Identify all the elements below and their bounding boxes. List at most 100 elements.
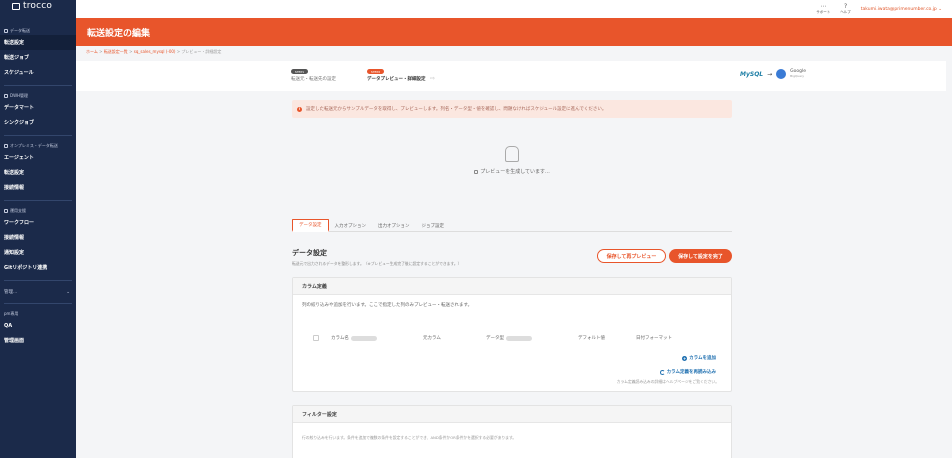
sidebar-item-onprem-connection[interactable]: 接続情報	[0, 180, 76, 195]
breadcrumb-home[interactable]: ホーム	[86, 49, 98, 54]
chevron-down-icon: ⌄	[938, 6, 942, 12]
sidebar-heading: オンプレミス・データ転送	[10, 142, 58, 148]
divider	[4, 200, 72, 201]
check-icon	[4, 143, 8, 148]
plus-icon: +	[682, 355, 688, 361]
step-label: 転送元・転送先の設定	[291, 77, 336, 82]
sidebar-item-qa[interactable]: QA	[0, 318, 76, 333]
card-title: カラム定義	[293, 278, 731, 295]
step-badge: STEP2	[367, 69, 384, 74]
sidebar-item-onprem-transfer[interactable]: 転送設定	[0, 165, 76, 180]
divider	[4, 280, 72, 281]
arrow-right-icon: →	[767, 70, 773, 78]
breadcrumb-current: プレビュー・詳細設定	[181, 49, 222, 54]
sidebar-section-onprem: オンプレミス・データ転送	[0, 141, 76, 150]
divider	[4, 303, 72, 304]
sidebar-item-transfer-settings[interactable]: 転送設定	[0, 35, 76, 50]
step-label: データプレビュー・詳細設定	[367, 77, 426, 82]
reload-icon	[659, 369, 665, 375]
sidebar-heading: データ転送	[10, 27, 30, 33]
grid-icon	[4, 208, 8, 213]
th-default-value: デフォルト値	[578, 335, 636, 341]
section-description: 転送元で出力されるデータを整形します。（※プレビュー生成完了後に設定することがで…	[292, 261, 462, 266]
step-badge: STEP1	[291, 69, 308, 74]
step-2: STEP2 データプレビュー・詳細設定	[367, 69, 426, 82]
sidebar-item-transfer-jobs[interactable]: 転送ジョブ	[0, 50, 76, 65]
sidebar-item-notifications[interactable]: 通知設定	[0, 245, 76, 260]
support-link[interactable]: ⋯ サポート	[816, 3, 831, 15]
page-title: 転送設定の編集	[87, 28, 151, 39]
th-data-type: データ型	[486, 335, 578, 341]
divider	[4, 85, 72, 86]
sidebar-section-ops: 運用支援	[0, 206, 76, 215]
loading-text: プレビューを生成しています...	[474, 168, 550, 175]
bigquery-icon	[776, 69, 787, 79]
app-logo[interactable]: trocco	[0, 0, 76, 12]
support-label: サポート	[816, 9, 831, 14]
preview-loading: プレビューを生成しています...	[292, 140, 732, 188]
help-link[interactable]: ? ヘルプ	[840, 3, 851, 15]
sidebar-section-data-transfer: データ転送	[0, 26, 76, 35]
sidebar-item-datamart[interactable]: データマート	[0, 100, 76, 115]
top-bar: ⋯ サポート ? ヘルプ takumi.iwata@primenumber.co…	[76, 0, 952, 18]
database-icon	[505, 146, 519, 162]
reload-columns-button[interactable]: カラム定義を再読み込み	[659, 369, 716, 375]
divider	[4, 135, 72, 136]
sidebar-manage-toggle[interactable]: 管理... ⌄	[0, 286, 76, 298]
breadcrumb: ホーム > 転送設定一覧 > sq_sales_mysql (-00) > プレ…	[86, 49, 221, 55]
save-and-repreview-button[interactable]: 保存して再プレビュー	[597, 249, 666, 263]
user-email: takumi.iwata@primenumber.co.jp	[860, 6, 937, 12]
th-label: 元カラム	[423, 336, 441, 341]
tab-input-options[interactable]: 入力オプション	[329, 219, 373, 232]
section-title: データ設定	[292, 249, 327, 257]
connector-logos: MySQL → Google BigQuery	[740, 69, 806, 79]
sidebar-item-connections[interactable]: 接続情報	[0, 230, 76, 245]
tab-job-settings[interactable]: ジョブ設定	[416, 219, 451, 232]
settings-tabs: データ設定 入力オプション 出力オプション ジョブ設定	[292, 219, 732, 232]
add-column-label: カラムを追加	[689, 356, 716, 361]
sidebar-item-agent[interactable]: エージェント	[0, 150, 76, 165]
bq-label-bottom: BigQuery	[790, 74, 805, 78]
sidebar-item-git[interactable]: Gitリポジトリ連携	[0, 260, 76, 275]
th-label: デフォルト値	[578, 336, 605, 341]
steps-bar: STEP1 転送元・転送先の設定 ⇨ STEP2 データプレビュー・詳細設定 M…	[76, 61, 946, 91]
column-help-text: カラム定義読み込みの詳細はヘルプページをご覧ください。	[616, 379, 719, 384]
save-and-complete-button[interactable]: 保存して設定を完了	[669, 249, 732, 263]
reload-label: カラム定義を再読み込み	[666, 370, 716, 375]
breadcrumb-sep: >	[99, 49, 103, 54]
sidebar-heading: 運用支援	[10, 207, 26, 213]
info-alert: ! 設定した転送元からサンプルデータを取得し、プレビューします。列名・データ型・…	[292, 100, 732, 118]
mysql-logo: MySQL	[740, 70, 764, 78]
tab-data-settings[interactable]: データ設定	[292, 219, 329, 232]
page-header: 転送設定の編集	[76, 18, 952, 46]
sidebar-heading: DWH管理	[10, 92, 29, 98]
sidebar-section-dwh: DWH管理	[0, 91, 76, 100]
chevron-down-icon: ⌄	[66, 289, 70, 295]
column-definition-card: カラム定義 列の絞り込みや追加を行います。ここで指定した列のみプレビュー・転送さ…	[292, 277, 732, 392]
database-icon	[4, 93, 8, 98]
user-menu[interactable]: takumi.iwata@primenumber.co.jp ⌄	[861, 7, 942, 12]
spinner-icon	[474, 169, 479, 174]
breadcrumb-list[interactable]: 転送設定一覧	[104, 49, 128, 54]
breadcrumb-sep: >	[176, 49, 181, 54]
app-name: trocco	[23, 1, 53, 11]
column-table-header: カラム名 元カラム データ型 デフォルト値 日付フォーマット	[313, 335, 672, 341]
breadcrumb-sep: >	[129, 49, 133, 54]
add-column-button[interactable]: + カラムを追加	[682, 355, 716, 361]
sidebar-section-pm: pm専用	[0, 309, 76, 318]
trocco-logo-icon	[12, 2, 20, 10]
help-label: ヘルプ	[840, 9, 851, 14]
breadcrumb-item[interactable]: sq_sales_mysql (-00)	[134, 49, 176, 54]
th-column-name: カラム名	[331, 335, 423, 341]
th-date-format: 日付フォーマット	[636, 335, 672, 341]
sidebar-item-sync-jobs[interactable]: シンクジョブ	[0, 115, 76, 130]
badge-placeholder	[350, 335, 377, 341]
sidebar-item-schedule[interactable]: スケジュール	[0, 65, 76, 80]
card-description: 列の絞り込みや追加を行います。ここで指定した列のみプレビュー・転送されます。	[302, 303, 473, 308]
tab-output-options[interactable]: 出力オプション	[372, 219, 416, 232]
select-all-checkbox[interactable]	[313, 335, 319, 341]
card-title: フィルター設定	[293, 406, 731, 423]
sidebar-item-workflow[interactable]: ワークフロー	[0, 215, 76, 230]
sidebar-item-admin[interactable]: 管理画面	[0, 333, 76, 348]
transfer-icon	[4, 28, 8, 33]
